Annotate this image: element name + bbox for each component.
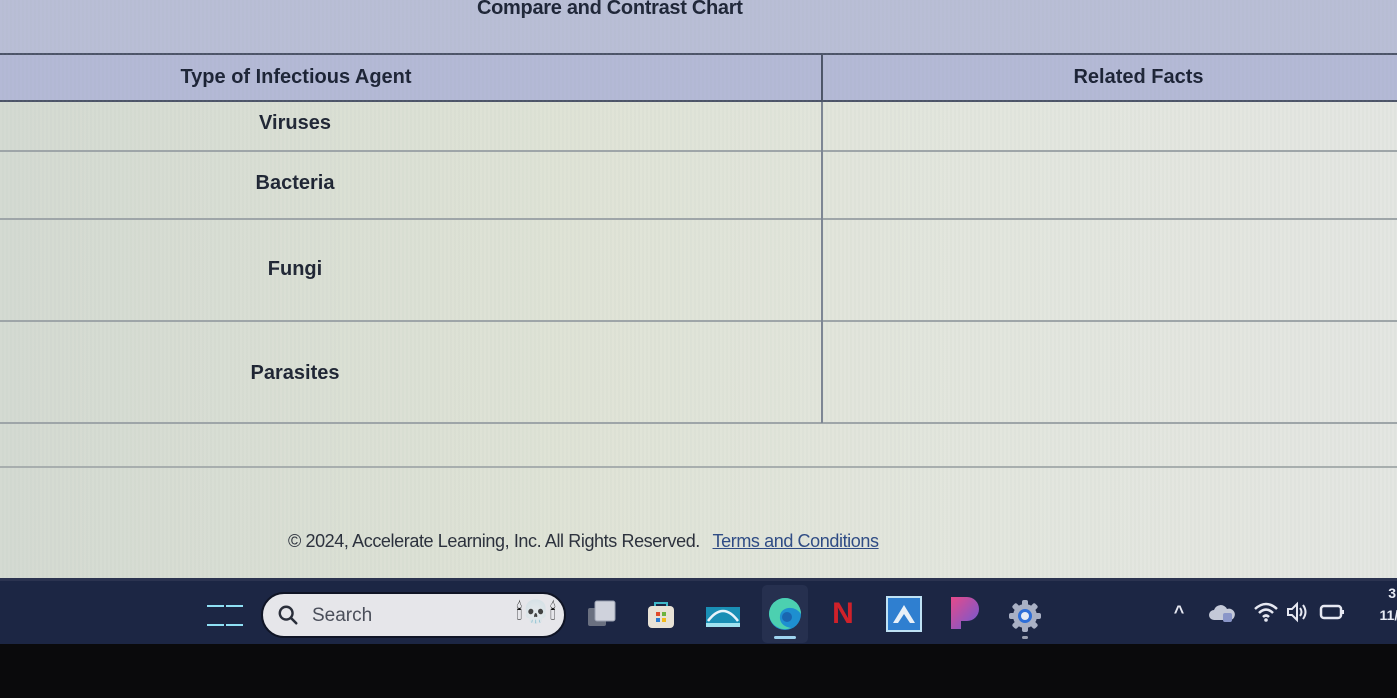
cloud-icon — [1209, 605, 1235, 622]
windows-logo-pane — [207, 623, 224, 626]
show-hidden-icons-button[interactable]: ^ — [1168, 599, 1190, 625]
taskbar-app-microsoft-edge[interactable] — [762, 585, 808, 643]
tray-wifi[interactable] — [1252, 598, 1280, 626]
search-highlight-icon: 🕯💀🕯 — [516, 599, 556, 624]
agent-cell-viruses: Viruses — [259, 112, 331, 134]
task-view-icon — [588, 600, 616, 626]
table-row: Bacteria — [0, 152, 1397, 220]
tray-onedrive[interactable] — [1207, 599, 1237, 627]
terms-and-conditions-link[interactable]: Terms and Conditions — [713, 531, 879, 551]
disney-plus-icon — [706, 607, 740, 627]
gear-icon — [1009, 600, 1041, 632]
facts-cell-fungi[interactable] — [823, 220, 1397, 320]
edge-icon — [769, 598, 801, 630]
taskbar-app-settings[interactable] — [1005, 593, 1045, 639]
store-icon — [648, 602, 674, 628]
footer: © 2024, Accelerate Learning, Inc. All Ri… — [288, 531, 879, 552]
agent-cell-parasites: Parasites — [250, 362, 340, 384]
netflix-icon: N — [832, 597, 854, 630]
taskbar-app-pandora[interactable] — [944, 593, 984, 633]
search-placeholder: Search — [312, 605, 373, 626]
table-row: Parasites — [0, 322, 1397, 424]
running-app-indicator — [1022, 636, 1028, 639]
agent-cell-bacteria: Bacteria — [255, 172, 335, 194]
tray-clock[interactable]: 3 11/1 — [1366, 585, 1397, 623]
taskbar-app-task-view[interactable] — [583, 595, 621, 633]
paramount-icon — [886, 596, 922, 632]
active-app-indicator — [774, 636, 796, 639]
search-icon — [278, 605, 298, 625]
windows-logo-icon — [207, 604, 224, 607]
taskbar: Search 🕯💀🕯 N ^ 3 11 — [0, 578, 1397, 644]
header-related-facts: Related Facts — [1073, 66, 1204, 88]
divider-line — [0, 466, 1397, 468]
windows-logo-pane — [226, 623, 243, 626]
facts-cell-viruses[interactable] — [823, 102, 1397, 150]
pandora-icon — [951, 597, 979, 629]
battery-icon — [1319, 604, 1344, 620]
taskbar-app-netflix[interactable]: N — [828, 595, 858, 633]
title-band: Compare and Contrast Chart — [0, 0, 1397, 54]
facts-cell-bacteria[interactable] — [823, 152, 1397, 218]
agent-cell-fungi: Fungi — [267, 258, 323, 280]
wifi-icon — [1254, 602, 1278, 622]
start-button[interactable] — [207, 597, 243, 633]
taskbar-app-disney-plus[interactable] — [703, 595, 743, 633]
table-row: Viruses — [0, 102, 1397, 152]
clock-time: 3 — [1388, 585, 1396, 601]
taskbar-search[interactable]: Search 🕯💀🕯 — [261, 592, 566, 638]
tray-volume[interactable] — [1283, 598, 1311, 626]
taskbar-app-microsoft-store[interactable] — [642, 595, 680, 633]
header-column-divider — [821, 53, 823, 102]
monitor-bezel — [0, 644, 1397, 698]
table-row: Fungi — [0, 220, 1397, 322]
header-type-of-infectious-agent: Type of Infectious Agent — [180, 66, 412, 88]
taskbar-app-paramount-plus[interactable] — [884, 594, 924, 634]
windows-logo-pane — [226, 604, 243, 607]
page-title: Compare and Contrast Chart — [477, 0, 743, 19]
copyright-text: © 2024, Accelerate Learning, Inc. All Ri… — [288, 531, 700, 551]
clock-date: 11/1 — [1379, 607, 1397, 623]
volume-icon — [1287, 601, 1307, 623]
table-header: Type of Infectious Agent Related Facts — [0, 53, 1397, 102]
column-divider — [821, 53, 823, 423]
facts-cell-parasites[interactable] — [823, 322, 1397, 422]
tray-battery[interactable] — [1317, 599, 1347, 625]
browser-page: Compare and Contrast Chart Type of Infec… — [0, 0, 1397, 578]
